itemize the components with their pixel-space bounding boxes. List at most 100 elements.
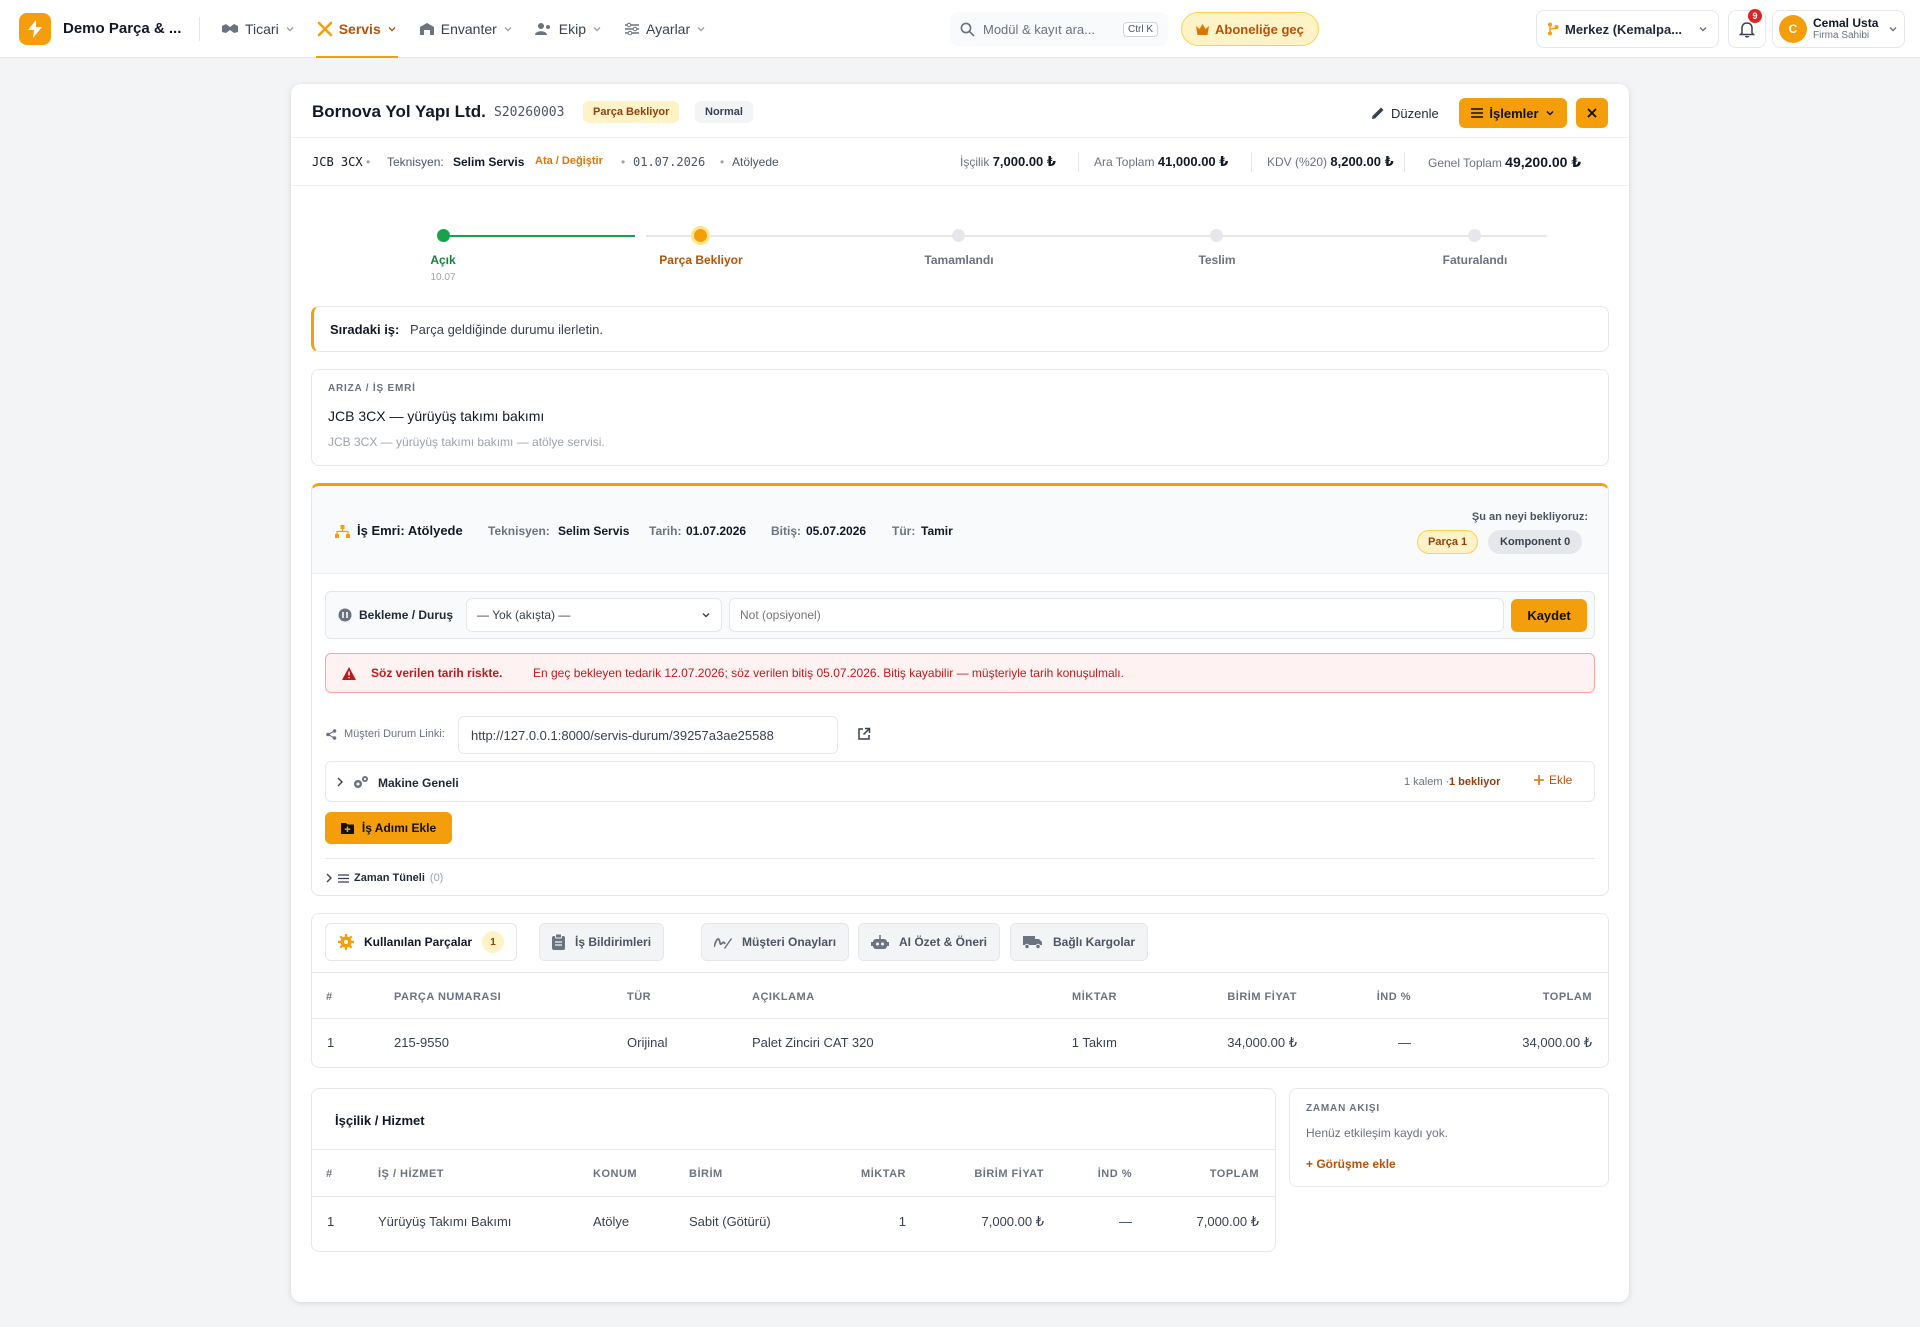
work-order-section: İş Emri: Atölyede Teknisyen: Selim Servi… xyxy=(311,483,1609,896)
priority-badge: Normal xyxy=(695,101,753,123)
chevron-down-icon xyxy=(1546,111,1554,116)
nav-ekip[interactable]: Ekip xyxy=(528,0,609,58)
next-action-label: Sıradaki iş: xyxy=(330,322,400,337)
upgrade-button[interactable]: Aboneliğe geç xyxy=(1181,12,1319,46)
sliders-icon xyxy=(625,22,640,35)
hold-label: Bekleme / Duruş xyxy=(359,608,454,622)
divider xyxy=(312,1196,1275,1197)
step-dot xyxy=(1210,229,1223,242)
clipboard-icon xyxy=(552,934,565,950)
branch-icon xyxy=(1548,22,1559,36)
step-label: Teslim xyxy=(1198,253,1236,267)
notifications-button[interactable]: 9 xyxy=(1728,9,1766,48)
service-date: 01.07.2026 xyxy=(633,155,706,169)
cell: 1 xyxy=(327,1035,335,1050)
alert-title: Söz verilen tarih riskte. xyxy=(371,666,503,680)
part-type: Orijinal xyxy=(627,1035,668,1050)
tab-label: Müşteri Onayları xyxy=(742,935,837,949)
plus-icon xyxy=(1534,775,1544,785)
branch-selector[interactable]: Merkez (Kemalpa... xyxy=(1536,10,1719,48)
deadline-risk-alert: Söz verilen tarih riskte. En geç bekleye… xyxy=(325,653,1595,693)
labor-total: İşçilik 7,000.00 ₺ xyxy=(960,150,1056,170)
tab-used-parts[interactable]: Kullanılan Parçalar 1 xyxy=(325,923,518,961)
chevron-right-icon xyxy=(337,777,343,787)
nav-label: Ekip xyxy=(558,20,587,37)
nav-servis[interactable]: Servis xyxy=(310,0,404,58)
grand-total-value: 49,200.00 ₺ xyxy=(1505,154,1582,170)
timeline-label: Zaman Tüneli xyxy=(354,872,425,884)
pause-icon xyxy=(338,608,352,622)
bolt-icon xyxy=(28,19,42,38)
separator-dot: • xyxy=(720,155,725,169)
divider xyxy=(1078,152,1079,172)
operations-button[interactable]: İşlemler xyxy=(1459,98,1567,128)
operations-label: İşlemler xyxy=(1489,105,1539,121)
add-work-step-label: İş Adımı Ekle xyxy=(361,821,437,835)
labor-total-label: İşçilik xyxy=(960,155,990,169)
step-group-machine[interactable]: Makine Geneli 1 kalem · 1 bekliyor Ekle xyxy=(325,761,1595,802)
step-label: Açık xyxy=(430,253,456,267)
sitemap-icon xyxy=(335,525,350,538)
add-meeting-link[interactable]: + Görüşme ekle xyxy=(1306,1157,1396,1171)
divider xyxy=(1404,152,1405,172)
external-link-icon[interactable] xyxy=(857,727,871,741)
work-order-header: İş Emri: Atölyede Teknisyen: Selim Servi… xyxy=(312,486,1608,574)
branch-name: Merkez (Kemalpa... xyxy=(1565,21,1683,37)
next-action-banner: Sıradaki iş: Parça geldiğinde durumu ile… xyxy=(311,306,1609,352)
top-navbar: Demo Parça & ... Ticari Servis Envanter … xyxy=(0,0,1920,58)
nav-ayarlar[interactable]: Ayarlar xyxy=(617,0,713,58)
close-icon xyxy=(1587,108,1597,118)
tab-label: İş Bildirimleri xyxy=(575,935,652,949)
crown-icon xyxy=(1196,23,1209,35)
col-header: TOPLAM xyxy=(1209,1168,1259,1180)
hold-note-input[interactable] xyxy=(729,598,1504,632)
close-button[interactable] xyxy=(1576,98,1608,128)
customer-link-field[interactable] xyxy=(458,716,838,754)
add-work-step-button[interactable]: İş Adımı Ekle xyxy=(325,812,452,844)
fault-description: JCB 3CX — yürüyüş takımı bakımı — atölye… xyxy=(328,435,605,449)
divider xyxy=(1251,152,1252,172)
tab-linked-shipments[interactable]: Bağlı Kargolar xyxy=(1010,923,1149,961)
col-header: BİRİM FİYAT xyxy=(1227,991,1297,1003)
progress-line-todo xyxy=(646,235,1547,237)
nav-ticari[interactable]: Ticari xyxy=(214,0,302,58)
save-button[interactable]: Kaydet xyxy=(1511,599,1587,632)
time-flow-panel: ZAMAN AKIŞI Henüz etkileşim kaydı yok. +… xyxy=(1289,1088,1609,1187)
chevron-down-icon xyxy=(388,26,396,31)
part-number: 215-9550 xyxy=(394,1035,449,1050)
part-discount: — xyxy=(1398,1035,1411,1050)
tab-count-badge: 1 xyxy=(482,931,505,953)
nav-envanter[interactable]: Envanter xyxy=(412,0,520,58)
tab-work-reports[interactable]: İş Bildirimleri xyxy=(539,923,665,961)
service-header: Bornova Yol Yapı Ltd. S20260003 Parça Be… xyxy=(291,84,1629,138)
search-input[interactable]: Modül & kayıt ara... Ctrl K xyxy=(950,12,1168,46)
tab-customer-approvals[interactable]: Müşteri Onayları xyxy=(701,923,850,961)
timeline-toggle[interactable]: Zaman Tüneli (0) xyxy=(325,872,443,884)
menu-icon xyxy=(1471,108,1484,118)
bell-icon xyxy=(1739,21,1755,38)
wo-end-date: 05.07.2026 xyxy=(806,524,867,538)
edit-button[interactable]: Düzenle xyxy=(1371,98,1439,128)
robot-icon xyxy=(871,934,889,949)
wo-end-label: Bitiş: xyxy=(771,524,801,538)
fault-heading: ARIZA / İŞ EMRİ xyxy=(328,383,416,394)
step-dot xyxy=(1468,229,1481,242)
next-action-text: Parça geldiğinde durumu ilerletin. xyxy=(410,322,603,337)
work-order-title: İş Emri: Atölyede xyxy=(357,523,463,538)
tab-ai-summary[interactable]: AI Özet & Öneri xyxy=(858,923,1001,961)
assign-link[interactable]: Ata / Değiştir xyxy=(535,155,603,167)
share-icon xyxy=(326,729,337,740)
customer-name: Bornova Yol Yapı Ltd. xyxy=(312,102,486,121)
labor-section: İşçilik / Hizmet # İŞ / HİZMET KONUM BİR… xyxy=(311,1088,1276,1252)
cogs-icon xyxy=(354,776,368,788)
add-item-button[interactable]: Ekle xyxy=(1534,773,1572,787)
wo-tech-name: Selim Servis xyxy=(558,524,630,538)
hold-select[interactable]: — Yok (akışta) — xyxy=(466,598,722,632)
folder-plus-icon xyxy=(340,823,354,834)
app-logo[interactable] xyxy=(19,12,51,45)
user-menu[interactable]: C Cemal Usta Firma Sahibi xyxy=(1772,10,1905,48)
brand-name[interactable]: Demo Parça & ... xyxy=(63,20,187,37)
list-icon xyxy=(338,873,349,883)
service-meta-row: JCB 3CX • Teknisyen: Selim Servis Ata / … xyxy=(291,138,1629,186)
labor-location: Atölye xyxy=(593,1214,630,1229)
